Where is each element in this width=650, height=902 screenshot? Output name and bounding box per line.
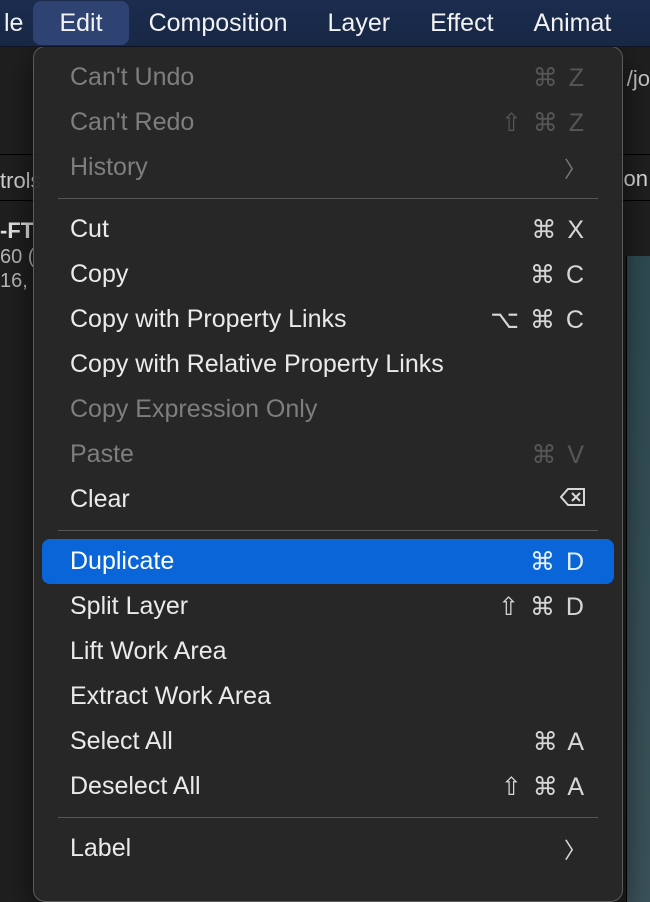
- menu-separator: [58, 817, 598, 818]
- menu-item-copy-relative-links[interactable]: Copy with Relative Property Links: [42, 342, 614, 387]
- menu-item-shortcut: ⌘ Z: [533, 63, 586, 93]
- menu-item-label: Split Layer: [70, 592, 498, 621]
- menu-animation-partial[interactable]: Animat: [514, 1, 612, 45]
- menu-item-label: Extract Work Area: [70, 682, 586, 711]
- menu-item-label: Lift Work Area: [70, 637, 586, 666]
- menu-layer[interactable]: Layer: [308, 1, 411, 45]
- menu-item-label: Copy with Relative Property Links: [70, 350, 586, 379]
- menu-item-label: Label: [70, 834, 564, 863]
- menu-item-shortcut: ⇧ ⌘ A: [501, 772, 586, 802]
- menu-composition[interactable]: Composition: [129, 1, 308, 45]
- menu-item-label: Select All: [70, 727, 533, 756]
- menu-item-shortcut: ⇧ ⌘ D: [498, 592, 586, 622]
- menu-item-history: History 〉: [42, 145, 614, 190]
- menu-item-duplicate[interactable]: Duplicate ⌘ D: [42, 539, 614, 584]
- menu-edit[interactable]: Edit: [33, 1, 128, 45]
- menu-item-split-layer[interactable]: Split Layer ⇧ ⌘ D: [42, 584, 614, 629]
- menu-item-label: History: [70, 153, 564, 182]
- menu-item-label: Can't Redo: [70, 108, 501, 137]
- menu-item-shortcut: ⌘ A: [533, 727, 586, 757]
- menu-separator: [58, 530, 598, 531]
- menu-item-label: Deselect All: [70, 772, 501, 801]
- menu-item-shortcut: ⌘ V: [531, 440, 586, 470]
- menu-effect[interactable]: Effect: [410, 1, 513, 45]
- menu-item-shortcut: ⌘ C: [530, 260, 586, 290]
- left-panel-ft-partial: -FT: [0, 218, 34, 244]
- menu-item-clear[interactable]: Clear: [42, 477, 614, 522]
- menu-file-partial[interactable]: le: [4, 1, 33, 45]
- menu-item-shortcut: ⌘ X: [531, 215, 586, 245]
- left-panel-60-partial: 60 (: [0, 246, 34, 269]
- menu-item-select-all[interactable]: Select All ⌘ A: [42, 719, 614, 764]
- titlebar-path-partial: /jo: [627, 66, 650, 92]
- menu-item-redo: Can't Redo ⇧ ⌘ Z: [42, 100, 614, 145]
- menu-item-shortcut: ⇧ ⌘ Z: [501, 108, 586, 138]
- menu-item-label: Cut: [70, 215, 531, 244]
- viewer-strip: [626, 256, 650, 902]
- menu-item-label: Duplicate: [70, 547, 530, 576]
- panel-tab-right-partial: on: [624, 166, 648, 192]
- menu-separator: [58, 198, 598, 199]
- menu-item-copy-expression: Copy Expression Only: [42, 387, 614, 432]
- menu-item-shortcut: ⌥ ⌘ C: [490, 305, 586, 335]
- menu-item-label: Copy with Property Links: [70, 305, 490, 334]
- clear-icon: [560, 487, 586, 513]
- menu-item-paste: Paste ⌘ V: [42, 432, 614, 477]
- menu-item-cut[interactable]: Cut ⌘ X: [42, 207, 614, 252]
- menu-item-undo: Can't Undo ⌘ Z: [42, 55, 614, 100]
- menu-item-label: Paste: [70, 440, 531, 469]
- menu-item-lift-work-area[interactable]: Lift Work Area: [42, 629, 614, 674]
- menu-bar: le Edit Composition Layer Effect Animat: [0, 0, 650, 47]
- menu-item-copy-property-links[interactable]: Copy with Property Links ⌥ ⌘ C: [42, 297, 614, 342]
- chevron-right-icon: 〉: [564, 152, 586, 184]
- menu-item-label-submenu[interactable]: Label 〉: [42, 826, 614, 871]
- menu-item-deselect-all[interactable]: Deselect All ⇧ ⌘ A: [42, 764, 614, 809]
- menu-item-extract-work-area[interactable]: Extract Work Area: [42, 674, 614, 719]
- menu-item-label: Copy: [70, 260, 530, 289]
- edit-menu-dropdown: Can't Undo ⌘ Z Can't Redo ⇧ ⌘ Z History …: [33, 46, 623, 902]
- left-panel-16-partial: 16,: [0, 270, 28, 293]
- chevron-right-icon: 〉: [564, 833, 586, 865]
- menu-item-label: Can't Undo: [70, 63, 533, 92]
- menu-item-shortcut: ⌘ D: [530, 547, 586, 577]
- menu-item-label: Copy Expression Only: [70, 395, 586, 424]
- menu-item-copy[interactable]: Copy ⌘ C: [42, 252, 614, 297]
- menu-item-label: Clear: [70, 485, 560, 514]
